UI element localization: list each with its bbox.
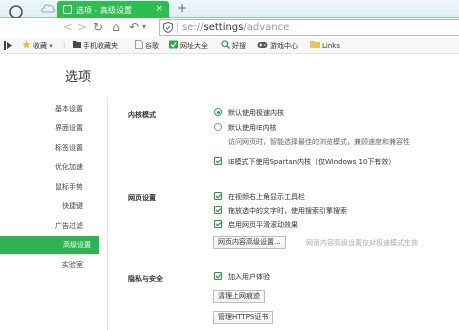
sidebar-item-advanced[interactable]: 高级设置 [0, 236, 99, 254]
privacy-option-user-experience[interactable]: 加入用户体验 [214, 272, 270, 282]
refresh-button[interactable]: ↻ [92, 20, 104, 34]
webpage-advanced-note: 网页内容高级设置仅对极速模式生效 [306, 239, 418, 247]
section-kernel-label: 内核模式 [128, 111, 156, 119]
section-privacy-label: 隐私与安全 [128, 275, 163, 283]
sidebar-item-interface[interactable]: 界面设置 [0, 119, 91, 137]
favorites-button[interactable]: 收藏 ▾ [22, 40, 53, 51]
url-text[interactable]: se://settings/advance [182, 21, 289, 35]
sidebar-item-basic[interactable]: 基本设置 [0, 100, 91, 118]
manage-https-certificates-button[interactable]: 管理HTTPS证书 [213, 311, 274, 324]
checkbox-checked-icon[interactable] [214, 206, 222, 214]
webpage-option-video-toolbar[interactable]: 在视频右上角显示工具栏 [214, 192, 305, 202]
security-shield-icon[interactable] [163, 22, 173, 33]
bookmarks-separator: | [63, 41, 66, 49]
kernel-option-speed[interactable]: 默认使用极速内核 [214, 108, 284, 118]
bookmark-item-mobile[interactable]: 手机收藏夹 [73, 40, 118, 51]
checkbox-checked-icon[interactable] [214, 220, 222, 228]
navigation-bar: < > ↻ ⌂ ↶ ▾ se://settings/advance [0, 18, 459, 37]
cloud-sync-icon[interactable] [40, 3, 56, 13]
bookmark-item-links[interactable]: Links [310, 40, 340, 51]
webpage-advanced-button[interactable]: 网页内容高级设置... [213, 236, 286, 249]
bookmarks-bar: 收藏 ▾ | 手机收藏夹 谷歌 网址大全 好搜 游戏中心 Links [0, 37, 459, 54]
address-bar[interactable]: se://settings/advance [159, 19, 459, 36]
kernel-option-ie[interactable]: 默认使用IE内核 [214, 123, 277, 133]
webpage-option-smooth-scroll[interactable]: 启用网页平滑滚动效果 [214, 220, 298, 230]
kernel-description: 访问网页时，智能选择最佳的浏览模式，兼顾速度和兼容性 [228, 138, 410, 146]
active-tab[interactable]: 选项 - 高级设置 × [57, 1, 169, 18]
bookmark-item-haosou[interactable]: 好搜 [221, 40, 246, 51]
folder-icon [310, 41, 320, 48]
bookmark-item-hao[interactable]: 网址大全 [169, 40, 208, 51]
new-tab-button[interactable]: + [177, 2, 187, 14]
sidebar-item-tabs[interactable]: 标签设置 [0, 139, 91, 157]
back-button[interactable]: < [62, 20, 74, 34]
kernel-option-spartan[interactable]: IE模式下使用Spartan内核（仅Windows 10下有效） [214, 157, 395, 167]
webpage-option-drag-search[interactable]: 拖放选中的文字时，使用搜索引擎搜索 [214, 206, 347, 216]
page-icon [135, 40, 143, 49]
radio-selected-icon[interactable] [214, 108, 222, 116]
gamepad-icon [257, 42, 268, 48]
sidebar-toggle-icon[interactable] [4, 41, 13, 50]
tab-title: 选项 - 高级设置 [76, 6, 132, 15]
home-button[interactable]: ⌂ [110, 20, 122, 34]
checkbox-checked-icon[interactable] [214, 272, 222, 280]
content-divider [107, 97, 108, 330]
section-webpage-label: 网页设置 [128, 194, 156, 202]
tab-favicon-icon [63, 5, 72, 14]
checkbox-checked-icon[interactable] [214, 157, 222, 165]
undo-dropdown-icon[interactable]: ▾ [139, 20, 149, 34]
page-title: 选项 [65, 70, 92, 85]
bookmark-item-games[interactable]: 游戏中心 [257, 40, 298, 51]
sidebar-item-shortcuts[interactable]: 快捷键 [0, 197, 91, 215]
sidebar-item-lab[interactable]: 实验室 [0, 256, 91, 274]
search-icon [221, 40, 230, 49]
title-bar: 选项 - 高级设置 × + [0, 0, 459, 32]
clear-history-button[interactable]: 清理上网痕迹 [213, 290, 265, 303]
folder-icon [73, 41, 81, 48]
checkbox-checked-icon[interactable] [214, 192, 222, 200]
forward-button[interactable]: > [76, 20, 88, 34]
site-logo-icon [169, 40, 178, 49]
sidebar-item-adblock[interactable]: 广告过滤 [0, 217, 91, 235]
radio-unselected-icon[interactable] [214, 123, 222, 131]
tab-close-icon[interactable]: × [155, 4, 163, 14]
sidebar-item-speedup[interactable]: 优化加速 [0, 158, 91, 176]
bookmark-item-google[interactable]: 谷歌 [135, 40, 159, 51]
star-icon [22, 40, 31, 49]
sidebar-item-mouse-gestures[interactable]: 鼠标手势 [0, 178, 91, 196]
address-separator [177, 22, 178, 33]
